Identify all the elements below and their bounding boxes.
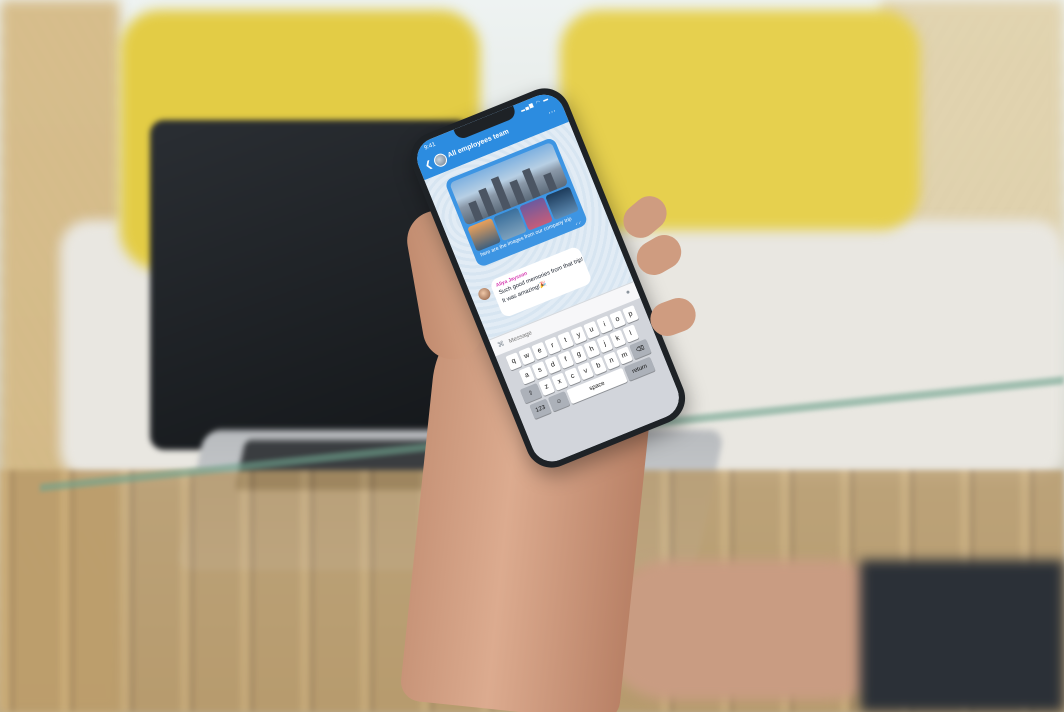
- microphone-icon[interactable]: ●: [625, 288, 632, 296]
- read-receipt-icon: ✓✓: [574, 219, 583, 227]
- emoji-key[interactable]: ☺: [547, 391, 571, 412]
- knee: [600, 560, 900, 700]
- sender-avatar[interactable]: [476, 286, 493, 302]
- status-time: 9:41: [423, 141, 437, 152]
- back-icon[interactable]: ❮: [423, 158, 434, 171]
- shorts: [860, 560, 1064, 712]
- numbers-key[interactable]: 123: [529, 398, 552, 420]
- more-options-icon[interactable]: ⋯: [547, 106, 558, 117]
- attachment-icon[interactable]: ⌘: [496, 339, 506, 349]
- yellow-pillow-right: [560, 10, 920, 230]
